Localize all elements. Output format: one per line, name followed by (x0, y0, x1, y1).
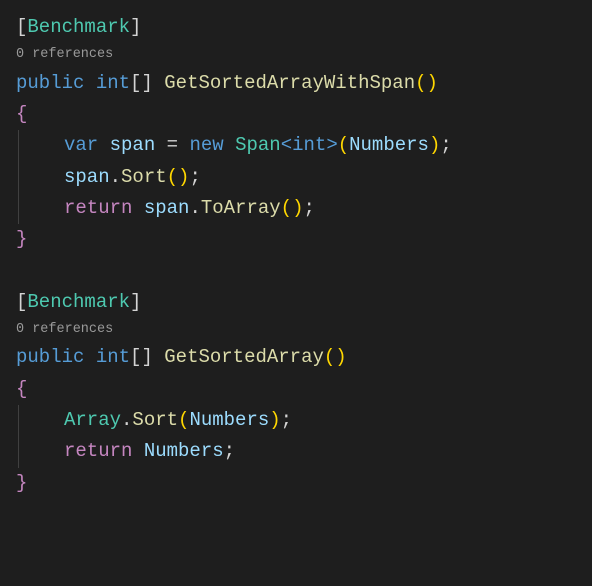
method-signature: public int[] GetSortedArray() (16, 342, 576, 373)
modifier-keyword: public (16, 342, 84, 373)
bracket-close: ] (130, 287, 141, 318)
equals: = (155, 130, 189, 161)
variable-name: span (64, 162, 110, 193)
attribute-name: Benchmark (27, 12, 130, 43)
bracket-open: [ (16, 12, 27, 43)
attribute-line: [Benchmark] (16, 287, 576, 318)
code-line: span.Sort(); (16, 162, 576, 193)
open-brace: { (16, 99, 27, 130)
code-line: var span = new Span<int>(Numbers); (16, 130, 576, 161)
blank-line (16, 256, 576, 287)
code-line: return span.ToArray(); (16, 193, 576, 224)
semicolon: ; (303, 193, 314, 224)
method-parens: () (324, 342, 347, 373)
return-type: int (96, 342, 130, 373)
method-name: GetSortedArrayWithSpan (164, 68, 415, 99)
method-parens: () (415, 68, 438, 99)
attribute-line: [Benchmark] (16, 12, 576, 43)
angle-open: < (281, 130, 292, 161)
close-brace-line: } (16, 468, 576, 499)
attribute-name: Benchmark (27, 287, 130, 318)
codelens-text: 0 references (16, 318, 113, 342)
modifier-keyword: public (16, 68, 84, 99)
codelens-references[interactable]: 0 references (16, 318, 576, 342)
code-line: return Numbers; (16, 436, 576, 467)
semicolon: ; (189, 162, 200, 193)
bracket-open: [ (16, 287, 27, 318)
code-line: Array.Sort(Numbers); (16, 405, 576, 436)
open-brace: { (16, 374, 27, 405)
return-keyword: return (64, 436, 132, 467)
span-type: Span (235, 130, 281, 161)
codelens-text: 0 references (16, 43, 113, 67)
paren-open: ( (178, 405, 189, 436)
method-call: ToArray (201, 193, 281, 224)
variable-name: span (144, 193, 190, 224)
return-keyword: return (64, 193, 132, 224)
angle-close: > (326, 130, 337, 161)
codelens-references[interactable]: 0 references (16, 43, 576, 67)
new-keyword: new (189, 130, 223, 161)
close-brace: } (16, 468, 27, 499)
array-brackets: [] (130, 68, 153, 99)
bracket-close: ] (130, 12, 141, 43)
close-brace-line: } (16, 224, 576, 255)
code-editor: [Benchmark] 0 references public int[] Ge… (16, 12, 576, 499)
parens: () (167, 162, 190, 193)
array-brackets: [] (130, 342, 153, 373)
parens: () (281, 193, 304, 224)
class-name: Array (64, 405, 121, 436)
dot: . (121, 405, 132, 436)
method-call: Sort (132, 405, 178, 436)
argument: Numbers (189, 405, 269, 436)
return-type: int (96, 68, 130, 99)
close-brace: } (16, 224, 27, 255)
paren-close: ) (269, 405, 280, 436)
dot: . (189, 193, 200, 224)
var-keyword: var (64, 130, 98, 161)
open-brace-line: { (16, 374, 576, 405)
method-call: Sort (121, 162, 167, 193)
open-brace-line: { (16, 99, 576, 130)
paren-close: ) (429, 130, 440, 161)
property-name: Numbers (144, 436, 224, 467)
method-name: GetSortedArray (164, 342, 324, 373)
paren-open: ( (338, 130, 349, 161)
generic-type: int (292, 130, 326, 161)
semicolon: ; (281, 405, 292, 436)
dot: . (110, 162, 121, 193)
semicolon: ; (224, 436, 235, 467)
semicolon: ; (440, 130, 451, 161)
variable-name: span (110, 130, 156, 161)
argument: Numbers (349, 130, 429, 161)
method-signature: public int[] GetSortedArrayWithSpan() (16, 68, 576, 99)
